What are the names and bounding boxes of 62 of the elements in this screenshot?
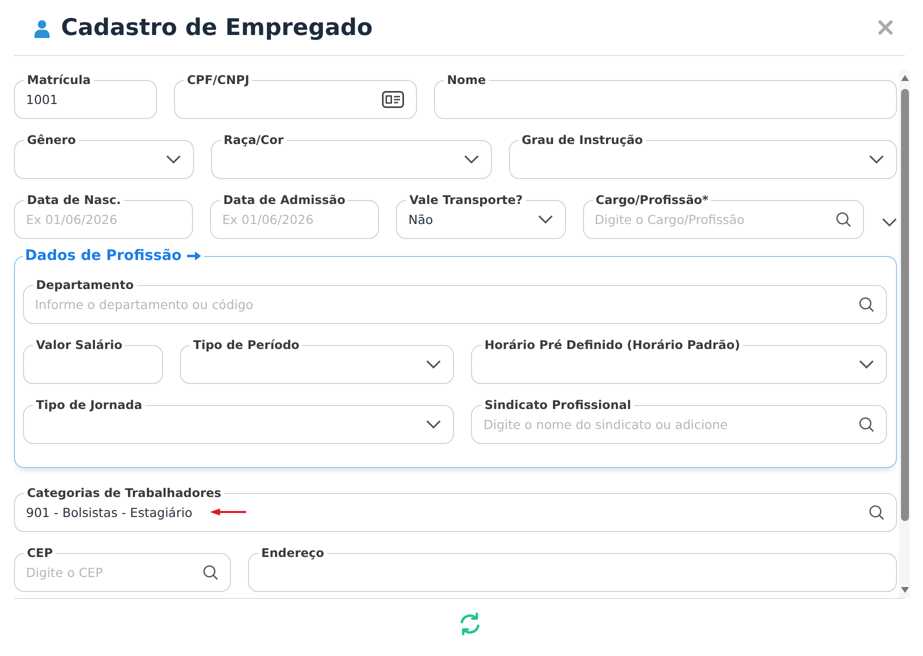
select-field[interactable]: Raça/Cor xyxy=(210,132,492,179)
text-field[interactable]: Matrícula 1001 xyxy=(14,72,157,119)
field-label: Nome xyxy=(446,72,487,88)
search-icon xyxy=(859,296,874,312)
id-card-icon xyxy=(382,90,404,108)
search-icon xyxy=(836,212,851,226)
field-label: Categorias de Trabalhadores xyxy=(26,485,222,501)
select-field[interactable]: Tipo de Jornada xyxy=(23,397,454,444)
document-field[interactable]: CPF/CNPJ xyxy=(174,72,417,119)
section-title: Dados de Profissão xyxy=(25,247,182,265)
field-label: Horário Pré Definido (Horário Padrão) xyxy=(483,337,742,353)
select-field[interactable]: Grau de Instrução xyxy=(508,132,897,179)
select-field[interactable]: Vale Transporte? Não xyxy=(396,192,566,239)
search-field[interactable]: Departamento Informe o departamento ou código xyxy=(23,277,887,324)
search-field[interactable]: Sindicato Profissional Digite o nome do sindicato ou adicione xyxy=(471,397,887,444)
date-field[interactable]: Data de Admissão Ex 01/06/2026 xyxy=(210,192,380,239)
field-label: Data de Nasc. xyxy=(26,192,122,208)
field-label: CEP xyxy=(26,545,54,561)
field-label: Departamento xyxy=(35,277,135,293)
field-label: CPF/CNPJ xyxy=(186,72,250,88)
chevron-down-icon xyxy=(869,154,884,164)
chevron-down-icon xyxy=(426,360,442,368)
field-label: Matrícula xyxy=(26,72,92,88)
search-field[interactable]: Categorias de Trabalhadores 901 - Bolsistas - Estagiário xyxy=(14,485,897,532)
select-field[interactable]: Horário Pré Definido (Horário Padrão) xyxy=(471,337,887,384)
scroll-down-arrow-icon[interactable] xyxy=(900,587,908,593)
scroll-up-arrow-icon[interactable] xyxy=(900,75,908,81)
scrollbar-thumb[interactable] xyxy=(900,89,908,521)
chevron-down-icon xyxy=(859,360,874,368)
search-icon xyxy=(859,416,874,432)
chevron-down-icon xyxy=(166,154,181,164)
arrow-right-icon xyxy=(186,251,201,261)
field-label: Tipo de Período xyxy=(192,337,300,353)
text-field[interactable]: Endereço xyxy=(248,545,897,592)
field-label: Endereço xyxy=(260,545,326,561)
window-title: Cadastro de Empregado xyxy=(61,14,373,42)
chevron-down-icon xyxy=(538,214,553,224)
field-label: Raça/Cor xyxy=(222,132,285,148)
close-icon[interactable] xyxy=(878,20,893,35)
field-label: Grau de Instrução xyxy=(520,132,644,148)
field-label: Sindicato Profissional xyxy=(483,397,632,413)
search-field[interactable]: Cargo/Profissão* Digite o Cargo/Profissão xyxy=(582,192,864,239)
field-label: Vale Transporte? xyxy=(408,192,524,208)
select-field[interactable]: Gênero xyxy=(14,132,194,179)
search-icon xyxy=(203,564,218,580)
scrollbar[interactable] xyxy=(899,70,910,598)
refresh-icon[interactable] xyxy=(458,612,482,636)
search-field[interactable]: CEP Digite o CEP xyxy=(14,545,232,592)
date-field[interactable]: Data de Nasc. Ex 01/06/2026 xyxy=(14,192,194,239)
field-label: Data de Admissão xyxy=(222,192,346,208)
chevron-down-icon xyxy=(426,420,442,428)
text-field[interactable]: Valor Salário xyxy=(23,337,164,384)
person-icon xyxy=(34,20,50,38)
chevron-down-icon[interactable] xyxy=(882,218,896,227)
field-label: Valor Salário xyxy=(35,337,124,353)
select-field[interactable]: Tipo de Período xyxy=(180,337,454,384)
search-icon xyxy=(869,504,884,520)
field-label: Tipo de Jornada xyxy=(35,397,144,413)
field-label: Cargo/Profissão* xyxy=(594,192,710,208)
field-label: Gênero xyxy=(26,132,77,148)
text-field[interactable]: Nome xyxy=(434,72,897,119)
chevron-down-icon xyxy=(464,154,479,164)
